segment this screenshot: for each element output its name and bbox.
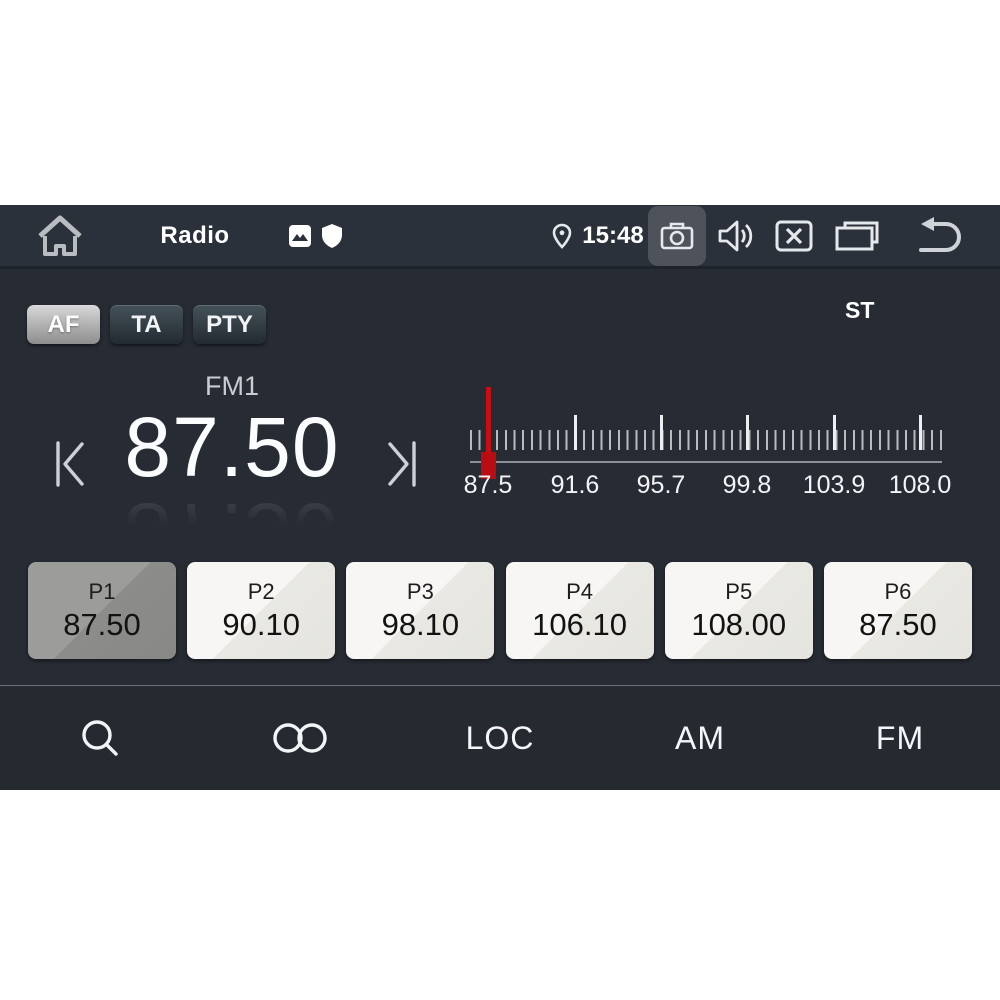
scale-major-tick — [919, 415, 922, 450]
fm-label: FM — [876, 720, 924, 757]
clock: 15:48 — [580, 205, 646, 266]
scale-label: 87.5 — [443, 471, 533, 500]
image-icon — [289, 225, 311, 247]
scale-label: 91.6 — [530, 471, 620, 500]
scale-baseline — [470, 461, 942, 463]
scale-major-tick — [660, 415, 663, 450]
frequency-display: 87.50 87.50 — [92, 401, 372, 531]
notification-image[interactable] — [288, 205, 312, 266]
home-icon — [35, 214, 85, 258]
loop-scan-button[interactable] — [200, 686, 400, 790]
preset-value: 87.50 — [859, 607, 937, 643]
preset-label: P1 — [89, 579, 116, 605]
recent-apps-button[interactable] — [832, 205, 882, 266]
preset-button-p6[interactable]: P6 87.50 — [824, 562, 972, 659]
loc-label: LOC — [466, 720, 535, 757]
camera-button[interactable] — [648, 206, 706, 266]
preset-value: 98.10 — [382, 607, 460, 643]
search-icon — [78, 716, 122, 760]
preset-button-p2[interactable]: P2 90.10 — [187, 562, 335, 659]
repeat-icon — [271, 721, 329, 755]
scan-search-button[interactable] — [0, 686, 200, 790]
scale-label: 103.9 — [789, 471, 879, 500]
preset-label: P4 — [566, 579, 593, 605]
bottom-bar: LOC AM FM — [0, 686, 1000, 790]
tuning-needle — [486, 387, 491, 462]
recent-apps-icon — [835, 220, 879, 252]
pty-button[interactable]: PTY — [193, 305, 266, 344]
fm-button[interactable]: FM — [800, 686, 1000, 790]
home-button[interactable] — [34, 205, 86, 266]
preset-button-p3[interactable]: P3 98.10 — [346, 562, 494, 659]
radio-app-screen: Radio 15:48 — [0, 205, 1000, 790]
volume-icon — [717, 219, 757, 253]
preset-button-p4[interactable]: P4 106.10 — [506, 562, 654, 659]
location-icon — [552, 223, 572, 249]
ta-button[interactable]: TA — [110, 305, 183, 344]
seek-previous-icon — [53, 435, 87, 493]
preset-button-p1[interactable]: P1 87.50 — [28, 562, 176, 659]
shield-icon — [322, 224, 342, 248]
screenshot-canvas: Radio 15:48 — [0, 0, 1000, 1000]
location-indicator — [549, 205, 575, 266]
preset-value: 87.50 — [63, 607, 141, 643]
preset-row: P1 87.50 P2 90.10 P3 98.10 P4 106.10 P5 … — [28, 562, 972, 659]
scale-label: 108.0 — [875, 471, 965, 500]
am-button[interactable]: AM — [600, 686, 800, 790]
frequency-value: 87.50 — [92, 401, 372, 493]
band-label: FM1 — [92, 371, 372, 402]
volume-button[interactable] — [713, 205, 761, 266]
notification-shield[interactable] — [320, 205, 344, 266]
scale-minor-ticks — [470, 430, 942, 450]
loc-button[interactable]: LOC — [400, 686, 600, 790]
stereo-indicator: ST — [845, 297, 874, 324]
preset-value: 108.00 — [691, 607, 786, 643]
close-window-icon — [775, 220, 813, 252]
frequency-scale[interactable]: 87.5 91.6 95.7 99.8 103.9 108.0 — [470, 385, 955, 520]
preset-label: P3 — [407, 579, 434, 605]
back-button[interactable] — [912, 205, 968, 266]
seek-previous-button[interactable] — [50, 431, 90, 497]
preset-label: P2 — [248, 579, 275, 605]
camera-icon — [659, 221, 695, 251]
af-button[interactable]: AF — [27, 305, 100, 344]
seek-next-button[interactable] — [382, 431, 422, 497]
close-window-button[interactable] — [771, 205, 817, 266]
back-icon — [915, 217, 965, 255]
scale-major-tick — [574, 415, 577, 450]
preset-value: 90.10 — [222, 607, 300, 643]
preset-value: 106.10 — [532, 607, 627, 643]
scale-major-tick — [746, 415, 749, 450]
preset-label: P5 — [725, 579, 752, 605]
preset-label: P6 — [884, 579, 911, 605]
status-bar: Radio 15:48 — [0, 205, 1000, 269]
scale-label: 99.8 — [702, 471, 792, 500]
app-title: Radio — [135, 205, 255, 266]
seek-next-icon — [385, 435, 419, 493]
scale-label: 95.7 — [616, 471, 706, 500]
scale-major-tick — [833, 415, 836, 450]
am-label: AM — [675, 720, 725, 757]
preset-button-p5[interactable]: P5 108.00 — [665, 562, 813, 659]
